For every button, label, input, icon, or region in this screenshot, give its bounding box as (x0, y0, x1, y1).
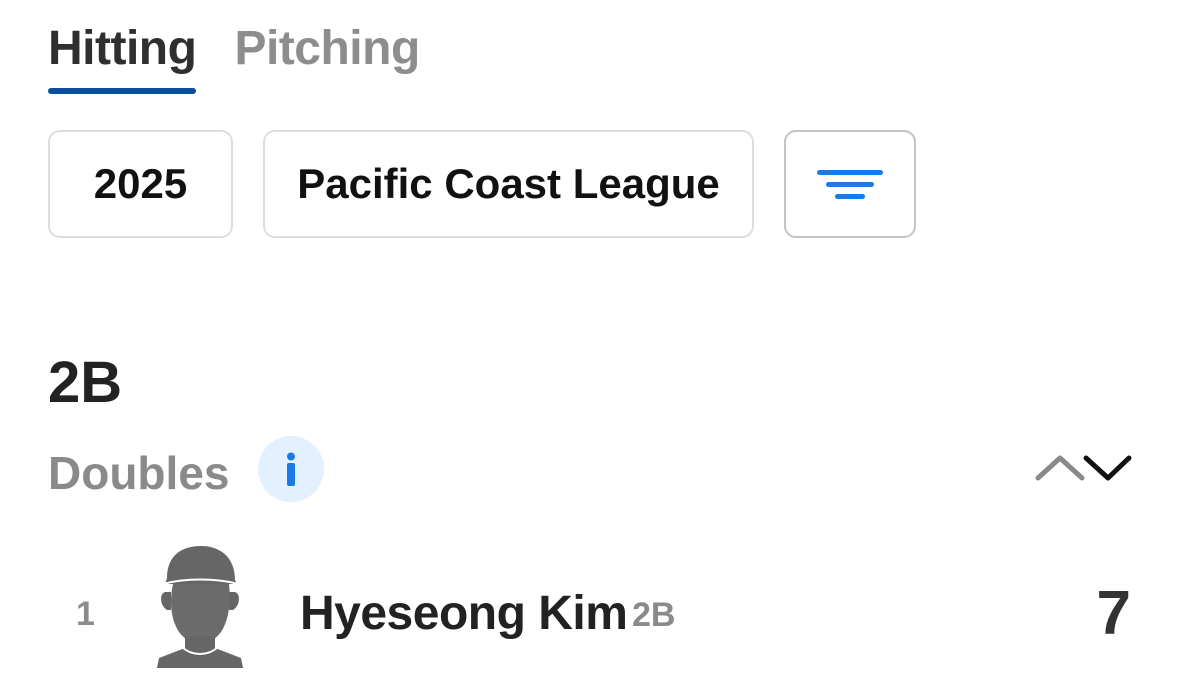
season-select-label: 2025 (93, 160, 188, 207)
player-silhouette-icon[interactable] (155, 540, 245, 668)
tab-hitting[interactable]: Hitting (48, 18, 197, 94)
info-icon (287, 452, 295, 486)
stat-type-tabs: Hitting Pitching (48, 18, 420, 94)
player-name-link[interactable]: Hyeseong Kim (300, 584, 628, 644)
tab-pitching-label: Pitching (234, 22, 420, 75)
filter-lines-icon (817, 169, 883, 199)
chevron-up-icon (1035, 455, 1085, 481)
stat-abbreviation: 2B (48, 350, 123, 415)
league-select-label: Pacific Coast League (297, 160, 720, 207)
stat-name: Doubles (48, 447, 230, 499)
leader-rank: 1 (76, 595, 95, 633)
active-tab-indicator (48, 88, 197, 94)
season-select[interactable]: 2025 (48, 130, 233, 238)
tab-hitting-label: Hitting (48, 22, 197, 75)
sort-toggle[interactable] (1034, 448, 1134, 488)
stat-info-button[interactable] (258, 436, 324, 502)
player-stat-value: 7 (1096, 579, 1131, 648)
tab-pitching[interactable]: Pitching (234, 18, 420, 80)
league-select[interactable]: Pacific Coast League (263, 130, 754, 238)
player-position: 2B (632, 596, 676, 634)
chevron-down-icon (1083, 455, 1132, 481)
filter-button[interactable] (784, 130, 916, 238)
